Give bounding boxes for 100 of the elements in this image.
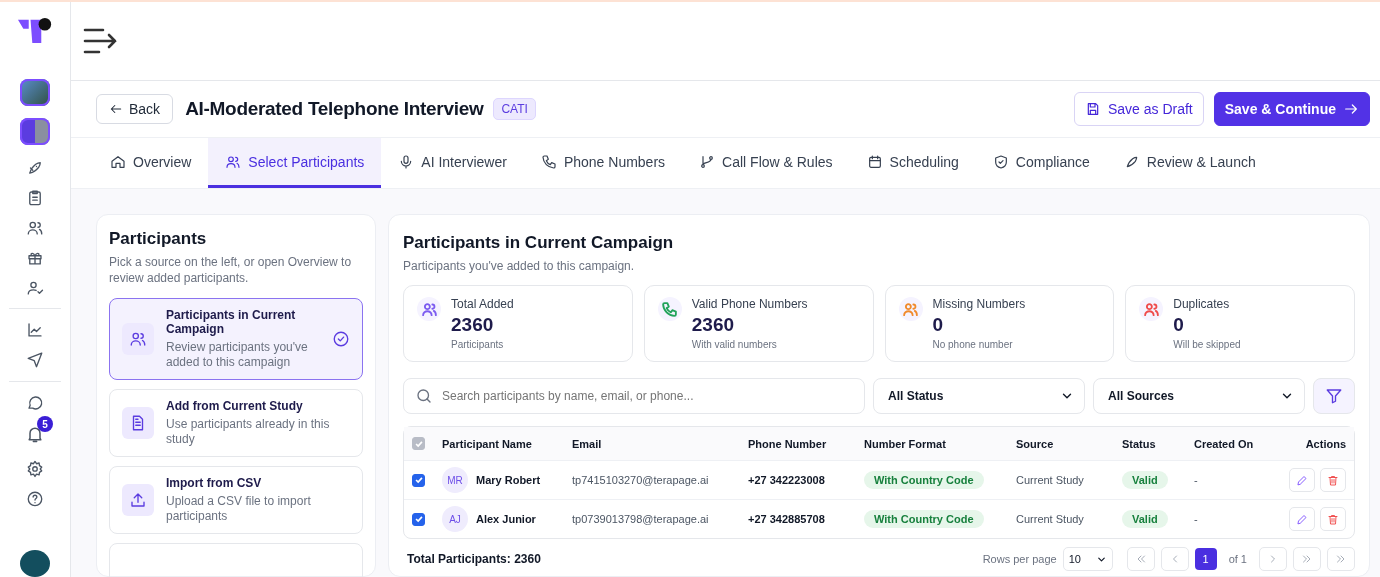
tab[interactable]: AI Interviewer (381, 138, 524, 188)
save-continue-button[interactable]: Save & Continue (1213, 92, 1370, 126)
home-icon (110, 153, 126, 170)
menu-icon[interactable] (83, 27, 119, 55)
page-button[interactable]: 1 (1194, 548, 1217, 570)
table-cell-text: - (1194, 513, 1199, 525)
phone-icon (540, 153, 557, 170)
check-circle-icon (332, 330, 350, 349)
delete-button[interactable] (1320, 507, 1346, 531)
filter-dropdown[interactable]: All Status (873, 378, 1085, 414)
help-icon[interactable] (25, 490, 45, 509)
branch-icon (699, 153, 716, 170)
trash-icon (1327, 512, 1339, 526)
format-tag: With Country Code (864, 471, 984, 489)
filter-icon (1325, 387, 1343, 405)
double-chevron-right-icon (1301, 553, 1313, 565)
row-checkbox[interactable] (412, 473, 425, 487)
shield-check-icon (992, 153, 1009, 170)
select-all-checkbox[interactable] (412, 437, 425, 450)
tab[interactable]: Review & Launch (1106, 138, 1273, 188)
table-cell-text: tp0739013798@terapage.ai (572, 513, 710, 525)
column-header: Number Format (864, 437, 947, 450)
search-field[interactable]: Search participants by name, email, or phone... (403, 378, 865, 414)
stat-caption: No phone number (932, 339, 1014, 350)
section-subtitle: Participants you've added to this campaign. (403, 259, 636, 273)
workspace-avatar[interactable] (20, 118, 50, 145)
type-badge: CATI (493, 98, 536, 120)
delete-button[interactable] (1320, 468, 1346, 492)
tab[interactable]: Overview (93, 138, 209, 188)
status-tag: Valid (1122, 510, 1168, 528)
section-title: Participants in Current Campaign (403, 233, 675, 253)
stat-value: 0 (932, 314, 945, 336)
rows-per-page-dropdown[interactable]: 10 (1062, 547, 1113, 571)
column-header: Created On (1194, 437, 1255, 450)
checkmark-icon (413, 514, 424, 524)
upload-icon (129, 491, 147, 510)
page-count: of 1 (1228, 553, 1247, 565)
table-cell-text: - (1194, 474, 1199, 486)
source-option[interactable]: Add from Current Study Use participants already in this study (109, 389, 363, 458)
table-cell-text: Current Study (1016, 513, 1085, 525)
format-tag: With Country Code (864, 510, 984, 528)
users-icon (129, 330, 147, 349)
column-header: Email (572, 437, 603, 450)
source-title: Import from CSV (166, 476, 263, 491)
notification-badge: 5 (37, 416, 53, 433)
pencil-icon (1296, 512, 1308, 526)
filter-button[interactable] (1313, 378, 1355, 414)
filter-dropdown[interactable]: All Sources (1093, 378, 1305, 414)
column-header: Actions (1304, 437, 1346, 450)
stat-caption: With valid numbers (691, 339, 778, 350)
tab[interactable]: Select Participants (208, 138, 382, 188)
user-avatar[interactable] (20, 550, 50, 577)
stat-caption: Will be skipped (1173, 339, 1241, 350)
source-title: Add from Current Study (166, 399, 304, 414)
initials-avatar: MR (442, 467, 468, 493)
source-title: Participants in Current Campaign (166, 308, 297, 337)
logo-icon (16, 18, 54, 44)
column-header: Status (1122, 437, 1157, 450)
stat-caption: Participants (451, 339, 505, 350)
participant-name: Mary Robert (476, 474, 541, 486)
table-cell-text: Current Study (1016, 474, 1085, 486)
total-count: Total Participants: 2360 (407, 552, 541, 566)
table-cell-text: +27 342223008 (748, 474, 826, 486)
stat-value: 2360 (451, 314, 495, 336)
stat-label: Duplicates (1173, 297, 1231, 311)
participant-name: Alex Junior (476, 513, 536, 525)
row-checkbox[interactable] (412, 512, 425, 526)
chat-icon[interactable] (25, 394, 45, 413)
send-icon[interactable] (25, 351, 45, 370)
page-title: AI-Moderated Telephone Interview (185, 98, 484, 120)
stat-label: Total Added (451, 297, 514, 311)
initials-avatar: AJ (442, 506, 468, 532)
panel-title: Participants (109, 229, 208, 249)
stat-value: 0 (1173, 314, 1185, 336)
arrow-right-icon (1343, 101, 1359, 117)
pencil-icon (1296, 473, 1308, 487)
column-header: Phone Number (748, 437, 828, 450)
tab[interactable]: Compliance (975, 138, 1107, 188)
source-option[interactable]: Participants in Current Campaign Review participants you've added to this campaign (109, 298, 363, 381)
double-chevron-right-icon (1335, 553, 1347, 565)
status-tag: Valid (1122, 471, 1168, 489)
table-cell-text: tp7415103270@terapage.ai (572, 474, 710, 486)
back-button[interactable]: Back (96, 94, 174, 124)
source-option[interactable]: Import from CSV Upload a CSV file to import participants (109, 466, 363, 535)
arrow-left-icon (109, 102, 123, 116)
checkmark-icon (413, 475, 424, 485)
workspace-avatar[interactable] (20, 79, 50, 106)
rows-per-page-label: Rows per page (982, 553, 1057, 565)
stat-label: Valid Phone Numbers (691, 297, 808, 311)
source-description: Review participants you've added to this campaign (166, 340, 309, 371)
source-description: Upload a CSV file to import participants (166, 494, 312, 525)
tab[interactable]: Call Flow & Rules (682, 138, 850, 188)
calendar-icon (866, 153, 883, 170)
users-icon (225, 153, 242, 170)
stat-label: Missing Numbers (932, 297, 1026, 311)
save-draft-button[interactable]: Save as Draft (1073, 92, 1204, 126)
tab[interactable]: Scheduling (849, 138, 976, 188)
column-header: Source (1016, 437, 1055, 450)
tab[interactable]: Phone Numbers (523, 138, 683, 188)
settings-icon[interactable] (25, 460, 45, 479)
